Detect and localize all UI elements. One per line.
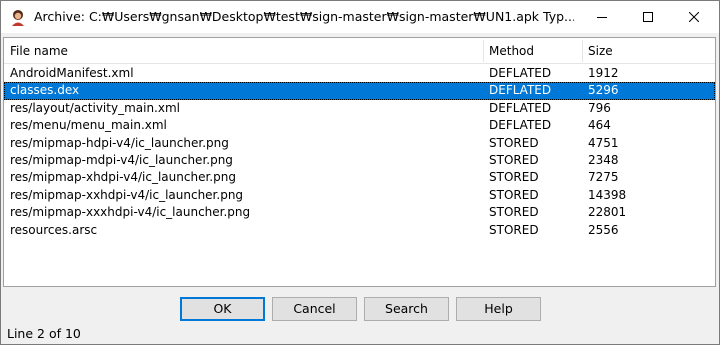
file-list[interactable]: File name Method Size AndroidManifest.xm… xyxy=(3,37,716,287)
size-cell: 464 xyxy=(588,118,611,133)
file-name-cell: res/mipmap-xhdpi-v4/ic_launcher.png xyxy=(10,170,236,185)
method-cell: DEFLATED xyxy=(489,83,552,98)
app-avatar-icon xyxy=(9,8,27,26)
file-name-cell: resources.arsc xyxy=(10,222,98,237)
size-cell: 5296 xyxy=(588,83,619,98)
table-row[interactable]: classes.dex DEFLATED 5296 xyxy=(4,82,715,100)
file-name-cell: res/mipmap-mdpi-v4/ic_launcher.png xyxy=(10,152,233,167)
file-name-cell: res/mipmap-xxhdpi-v4/ic_launcher.png xyxy=(10,187,244,202)
column-header-method[interactable]: Method xyxy=(483,38,581,64)
window-title: Archive: C:₩Users₩gnsan₩Desktop₩test₩sig… xyxy=(34,9,574,24)
column-header-name[interactable]: File name xyxy=(4,38,482,64)
method-cell: STORED xyxy=(489,152,539,167)
table-row[interactable]: res/mipmap-hdpi-v4/ic_launcher.png STORED… xyxy=(4,135,715,152)
file-rows: AndroidManifest.xml DEFLATED 1912 classes.d… xyxy=(4,65,715,239)
table-row[interactable]: res/menu/menu_main.xml DEFLATED 464 xyxy=(4,117,715,134)
size-cell: 2348 xyxy=(588,152,619,167)
method-cell: STORED xyxy=(489,170,539,185)
close-icon xyxy=(689,12,699,22)
file-name-cell: classes.dex xyxy=(10,83,80,98)
size-cell: 7275 xyxy=(588,170,619,185)
file-name-cell: res/mipmap-hdpi-v4/ic_launcher.png xyxy=(10,135,229,150)
file-name-cell: res/mipmap-xxxhdpi-v4/ic_launcher.png xyxy=(10,205,251,220)
size-cell: 796 xyxy=(588,100,611,115)
help-button[interactable]: Help xyxy=(456,297,541,321)
minimize-icon xyxy=(597,17,607,18)
size-cell: 4751 xyxy=(588,135,619,150)
list-header: File name Method Size xyxy=(4,38,715,64)
method-cell: DEFLATED xyxy=(489,100,552,115)
size-cell: 2556 xyxy=(588,222,619,237)
method-cell: DEFLATED xyxy=(489,118,552,133)
table-row[interactable]: res/layout/activity_main.xml DEFLATED 796 xyxy=(4,100,715,117)
file-name-cell: AndroidManifest.xml xyxy=(10,66,134,80)
cancel-button[interactable]: Cancel xyxy=(272,297,357,321)
column-header-size[interactable]: Size xyxy=(582,38,682,64)
status-text: Line 2 of 10 xyxy=(7,326,81,341)
table-row[interactable]: res/mipmap-mdpi-v4/ic_launcher.png STORED… xyxy=(4,152,715,169)
size-cell: 22801 xyxy=(588,205,627,220)
file-name-cell: res/menu/menu_main.xml xyxy=(10,118,167,133)
archive-dialog: Archive: C:₩Users₩gnsan₩Desktop₩test₩sig… xyxy=(0,0,720,345)
maximize-icon xyxy=(643,12,653,22)
method-cell: STORED xyxy=(489,205,539,220)
size-cell: 14398 xyxy=(588,187,627,202)
method-cell: STORED xyxy=(489,222,539,237)
size-cell: 1912 xyxy=(588,66,619,80)
maximize-button[interactable] xyxy=(625,1,671,33)
table-row[interactable]: res/mipmap-xhdpi-v4/ic_launcher.png STORE… xyxy=(4,169,715,186)
table-row[interactable]: AndroidManifest.xml DEFLATED 1912 xyxy=(4,65,715,82)
search-button[interactable]: Search xyxy=(364,297,449,321)
table-row[interactable]: res/mipmap-xxhdpi-v4/ic_launcher.png STOR… xyxy=(4,187,715,204)
method-cell: DEFLATED xyxy=(489,66,552,80)
table-row[interactable]: resources.arsc STORED 2556 xyxy=(4,222,715,239)
table-row[interactable]: res/mipmap-xxxhdpi-v4/ic_launcher.png STO… xyxy=(4,204,715,221)
ok-button[interactable]: OK xyxy=(180,297,265,321)
minimize-button[interactable] xyxy=(579,1,625,33)
close-button[interactable] xyxy=(671,1,717,33)
method-cell: STORED xyxy=(489,187,539,202)
title-bar[interactable]: Archive: C:₩Users₩gnsan₩Desktop₩test₩sig… xyxy=(1,1,719,33)
file-name-cell: res/layout/activity_main.xml xyxy=(10,100,180,115)
method-cell: STORED xyxy=(489,135,539,150)
